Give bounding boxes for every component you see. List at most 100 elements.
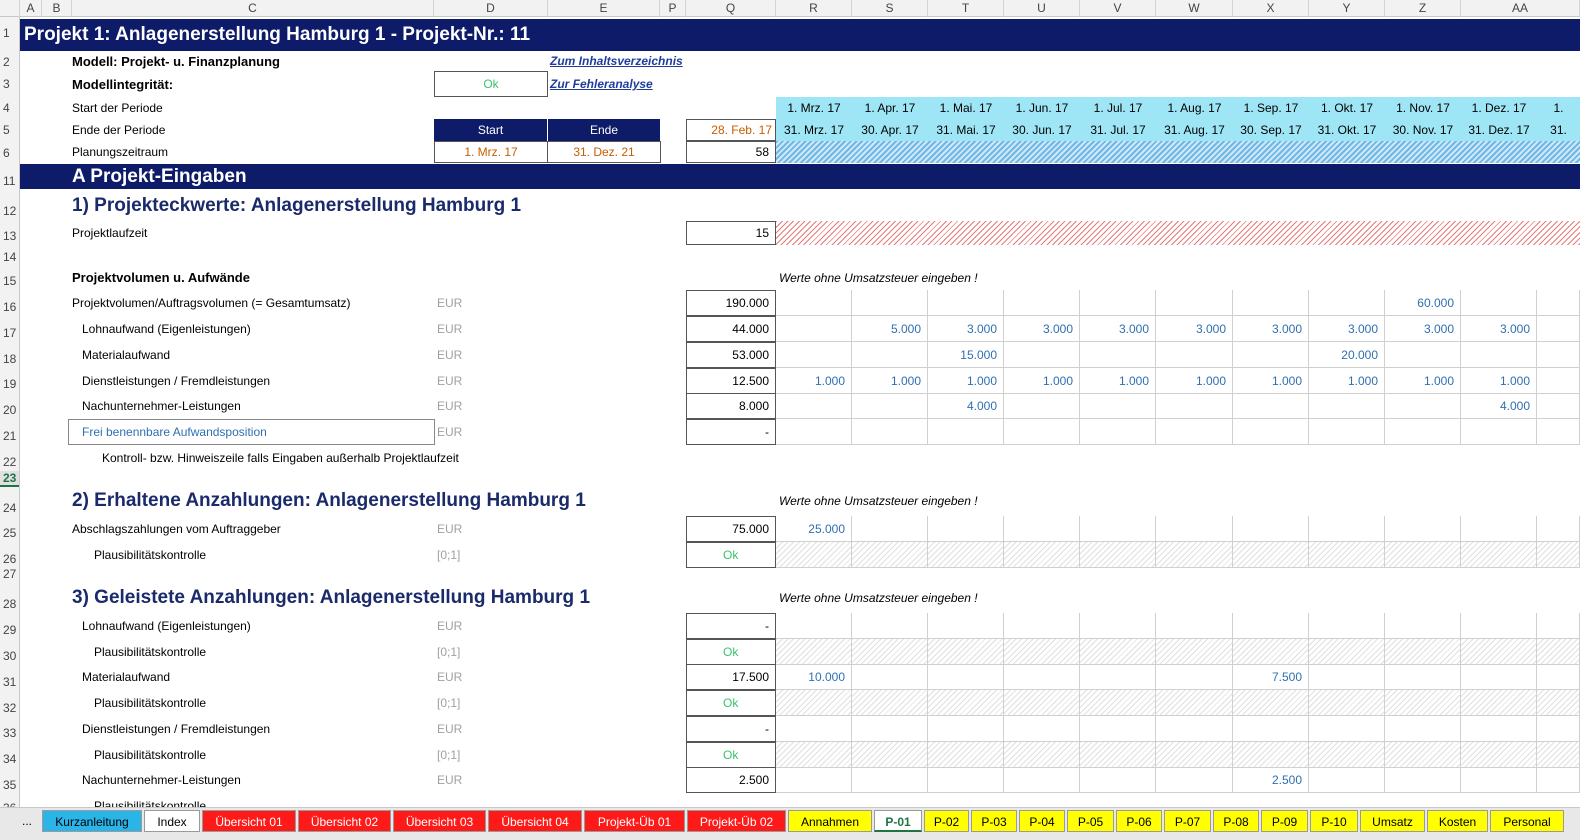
prepayment-4-period-10[interactable] bbox=[1461, 767, 1537, 793]
prepayment-2-period-2[interactable] bbox=[852, 664, 928, 690]
prepayment-total-3[interactable]: - bbox=[686, 716, 776, 742]
expense-2-period-7[interactable]: 3.000 bbox=[1233, 316, 1309, 342]
column-header-V[interactable]: V bbox=[1080, 0, 1156, 17]
sheet-tab-projekt-üb-01[interactable]: Projekt-Üb 01 bbox=[584, 810, 685, 832]
plausibility-pp-2-period-3[interactable] bbox=[928, 690, 1004, 716]
expense-6-period-7[interactable] bbox=[1233, 419, 1309, 445]
column-header-Z[interactable]: Z bbox=[1385, 0, 1461, 17]
down-payment-period-10[interactable] bbox=[1461, 516, 1537, 542]
project-duration-cell[interactable]: 15 bbox=[686, 221, 776, 245]
expense-5-period-5[interactable] bbox=[1080, 393, 1156, 419]
row-header-18[interactable]: 18 bbox=[0, 352, 19, 366]
plausibility-pp-3-period-1[interactable] bbox=[776, 742, 852, 768]
prepayment-3-period-4[interactable] bbox=[1004, 716, 1080, 742]
expense-1-period-2[interactable] bbox=[852, 290, 928, 316]
row-header-23[interactable]: 23 bbox=[0, 471, 19, 487]
expense-5-period-7[interactable] bbox=[1233, 393, 1309, 419]
expense-4-period-10[interactable]: 1.000 bbox=[1461, 368, 1537, 394]
expense-3-period-4[interactable] bbox=[1004, 342, 1080, 368]
link-error-analysis[interactable]: Zur Fehleranalyse bbox=[550, 77, 653, 91]
plausibility-dp-period-11[interactable] bbox=[1537, 542, 1580, 568]
column-header-AA[interactable]: AA bbox=[1461, 0, 1580, 17]
sheet-tab-p-01[interactable]: P-01 bbox=[874, 810, 922, 832]
down-payment-period-8[interactable] bbox=[1309, 516, 1385, 542]
prepayment-1-period-2[interactable] bbox=[852, 613, 928, 639]
plausibility-pp-2-period-4[interactable] bbox=[1004, 690, 1080, 716]
prepayment-3-period-10[interactable] bbox=[1461, 716, 1537, 742]
expense-2-period-2[interactable]: 5.000 bbox=[852, 316, 928, 342]
column-header-D[interactable]: D bbox=[434, 0, 548, 17]
expense-3-period-6[interactable] bbox=[1156, 342, 1233, 368]
select-all-corner[interactable] bbox=[0, 0, 20, 17]
row-header-26[interactable]: 26 bbox=[0, 552, 19, 566]
down-payment-period-2[interactable] bbox=[852, 516, 928, 542]
sheet-tab-p-05[interactable]: P-05 bbox=[1067, 810, 1114, 832]
column-header-W[interactable]: W bbox=[1156, 0, 1233, 17]
column-header-Q[interactable]: Q bbox=[686, 0, 776, 17]
expense-total-4[interactable]: 12.500 bbox=[686, 368, 776, 394]
expense-5-period-4[interactable] bbox=[1004, 393, 1080, 419]
prepayment-4-period-4[interactable] bbox=[1004, 767, 1080, 793]
sheet-tab-annahmen[interactable]: Annahmen bbox=[788, 810, 872, 832]
expense-total-5[interactable]: 8.000 bbox=[686, 393, 776, 419]
plausibility-pp-3-period-10[interactable] bbox=[1461, 742, 1537, 768]
expense-3-period-3[interactable]: 15.000 bbox=[928, 342, 1004, 368]
plausibility-pp-2-period-10[interactable] bbox=[1461, 690, 1537, 716]
expense-3-period-5[interactable] bbox=[1080, 342, 1156, 368]
expense-4-period-6[interactable]: 1.000 bbox=[1156, 368, 1233, 394]
prepayment-2-period-9[interactable] bbox=[1385, 664, 1461, 690]
column-header-B[interactable]: B bbox=[42, 0, 72, 17]
expense-5-period-2[interactable] bbox=[852, 393, 928, 419]
plausibility-dp-period-6[interactable] bbox=[1156, 542, 1233, 568]
sheet-tab-p-10[interactable]: P-10 bbox=[1310, 810, 1358, 832]
plausibility-pp-2-period-9[interactable] bbox=[1385, 690, 1461, 716]
plausibility-pp-1-period-3[interactable] bbox=[928, 639, 1004, 665]
plausibility-pp-2-period-11[interactable] bbox=[1537, 690, 1580, 716]
prepayment-total-1[interactable]: - bbox=[686, 613, 776, 639]
end-date-cell[interactable]: 31. Dez. 21 bbox=[547, 141, 661, 163]
prepayment-1-period-7[interactable] bbox=[1233, 613, 1309, 639]
prepayment-1-period-3[interactable] bbox=[928, 613, 1004, 639]
expense-2-period-5[interactable]: 3.000 bbox=[1080, 316, 1156, 342]
plausibility-pp-1-period-9[interactable] bbox=[1385, 639, 1461, 665]
row-header-19[interactable]: 19 bbox=[0, 377, 19, 391]
row-header-6[interactable]: 6 bbox=[0, 146, 19, 160]
sheet-tab-p-03[interactable]: P-03 bbox=[971, 810, 1017, 832]
column-header-X[interactable]: X bbox=[1233, 0, 1309, 17]
sheet-tab-p-02[interactable]: P-02 bbox=[924, 810, 969, 832]
expense-3-period-10[interactable] bbox=[1461, 342, 1537, 368]
expense-2-period-3[interactable]: 3.000 bbox=[928, 316, 1004, 342]
start-date-cell[interactable]: 1. Mrz. 17 bbox=[434, 141, 548, 163]
expense-total-1[interactable]: 190.000 bbox=[686, 290, 776, 316]
down-payment-total[interactable]: 75.000 bbox=[686, 516, 776, 542]
prepayment-1-period-11[interactable] bbox=[1537, 613, 1580, 639]
row-header-35[interactable]: 35 bbox=[0, 778, 19, 792]
plausibility-pp-3-period-6[interactable] bbox=[1156, 742, 1233, 768]
plausibility-pp-2-period-6[interactable] bbox=[1156, 690, 1233, 716]
prepayment-1-period-10[interactable] bbox=[1461, 613, 1537, 639]
prepayment-4-period-7[interactable]: 2.500 bbox=[1233, 767, 1309, 793]
plausibility-pp-2-period-1[interactable] bbox=[776, 690, 852, 716]
prepayment-4-period-1[interactable] bbox=[776, 767, 852, 793]
expense-1-period-9[interactable]: 60.000 bbox=[1385, 290, 1461, 316]
prepayment-4-period-5[interactable] bbox=[1080, 767, 1156, 793]
expense-5-period-10[interactable]: 4.000 bbox=[1461, 393, 1537, 419]
plausibility-pp-1-period-8[interactable] bbox=[1309, 639, 1385, 665]
plausibility-pp-1-period-1[interactable] bbox=[776, 639, 852, 665]
prepayment-1-period-5[interactable] bbox=[1080, 613, 1156, 639]
expense-3-period-7[interactable] bbox=[1233, 342, 1309, 368]
down-payment-period-6[interactable] bbox=[1156, 516, 1233, 542]
expense-6-period-9[interactable] bbox=[1385, 419, 1461, 445]
column-header-S[interactable]: S bbox=[852, 0, 928, 17]
prepayment-2-period-1[interactable]: 10.000 bbox=[776, 664, 852, 690]
prepayment-1-period-6[interactable] bbox=[1156, 613, 1233, 639]
prepayment-3-period-6[interactable] bbox=[1156, 716, 1233, 742]
plausibility-pp-1-period-10[interactable] bbox=[1461, 639, 1537, 665]
down-payment-period-5[interactable] bbox=[1080, 516, 1156, 542]
prepayment-3-period-2[interactable] bbox=[852, 716, 928, 742]
expense-2-period-11[interactable] bbox=[1537, 316, 1580, 342]
down-payment-period-1[interactable]: 25.000 bbox=[776, 516, 852, 542]
prepayment-4-period-3[interactable] bbox=[928, 767, 1004, 793]
plausibility-dp-period-3[interactable] bbox=[928, 542, 1004, 568]
expense-4-period-11[interactable] bbox=[1537, 368, 1580, 394]
